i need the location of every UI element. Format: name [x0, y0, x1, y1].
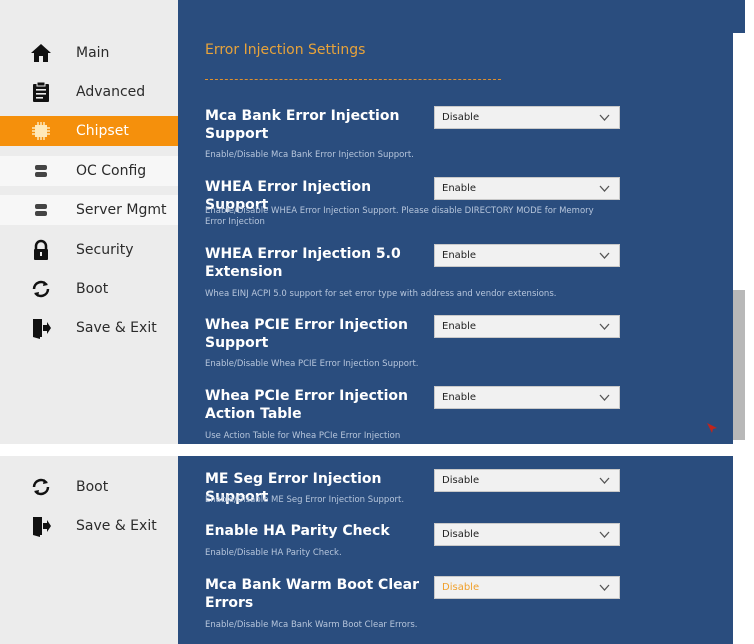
- chevron-down-icon: [599, 531, 610, 538]
- sidebar-item-oc-config[interactable]: OC Config: [0, 156, 178, 186]
- dropdown-value: Disable: [442, 112, 480, 123]
- dropdown-whea-pcie-error-injection[interactable]: Enable: [434, 315, 620, 338]
- dropdown-whea-5-extension[interactable]: Enable: [434, 244, 620, 267]
- section-divider: [205, 79, 501, 80]
- section-title: Error Injection Settings: [205, 42, 366, 58]
- setting-label-whea-pcie-error-injection: Whea PCIE Error Injection Support: [205, 317, 409, 351]
- setting-help: Whea EINJ ACPI 5.0 support for set error…: [205, 289, 557, 299]
- sidebar-item-label: Boot: [76, 281, 109, 297]
- server-icon: [30, 160, 52, 182]
- sidebar-item-label: Save & Exit: [76, 518, 157, 534]
- chevron-down-icon: [599, 185, 610, 192]
- home-icon: [30, 42, 52, 64]
- setting-help: Enable/Disable ME Seg Error Injection Su…: [205, 495, 405, 505]
- dropdown-value: Disable: [442, 529, 480, 540]
- dropdown-mca-bank-warm-boot-clear[interactable]: Disable: [434, 576, 620, 599]
- sidebar-item-label: Chipset: [76, 123, 129, 139]
- dropdown-whea-pcie-action-table[interactable]: Enable: [434, 386, 620, 409]
- setting-help: Enable/Disable Mca Bank Warm Boot Clear …: [205, 620, 418, 630]
- window-edge: [745, 456, 754, 644]
- sidebar-item-label: Advanced: [76, 84, 146, 100]
- scrollbar-thumb[interactable]: [733, 290, 745, 440]
- setting-label-whea-pcie-action-table: Whea PCIe Error Injection Action Table: [205, 388, 408, 422]
- scrollbar-track[interactable]: [733, 456, 745, 644]
- chip-icon: [30, 120, 52, 142]
- sidebar-item-label: Save & Exit: [76, 320, 157, 336]
- chevron-down-icon: [599, 584, 610, 591]
- sidebar-item-save-exit[interactable]: Save & Exit: [0, 511, 178, 541]
- sidebar-item-main[interactable]: Main: [0, 38, 178, 68]
- chevron-down-icon: [599, 252, 610, 259]
- dropdown-me-seg-error-injection[interactable]: Disable: [434, 469, 620, 492]
- sidebar-item-label: Boot: [76, 479, 109, 495]
- setting-label-ha-parity-check: Enable HA Parity Check: [205, 523, 390, 539]
- dropdown-ha-parity-check[interactable]: Disable: [434, 523, 620, 546]
- screenshot-separator: [0, 444, 754, 456]
- sidebar-item-advanced[interactable]: Advanced: [0, 77, 178, 107]
- dropdown-value: Enable: [442, 392, 477, 403]
- bios-screen-top: Main Advanced Chipset OC Config Server M…: [0, 0, 754, 444]
- setting-label-mca-bank-warm-boot-clear: Mca Bank Warm Boot Clear Errors: [205, 577, 419, 611]
- sidebar-item-label: Main: [76, 45, 110, 61]
- setting-help: Enable/Disable Whea PCIE Error Injection…: [205, 359, 419, 369]
- sidebar-item-boot[interactable]: Boot: [0, 472, 178, 502]
- dropdown-value: Enable: [442, 321, 477, 332]
- server-icon: [30, 199, 52, 221]
- chevron-down-icon: [599, 323, 610, 330]
- lock-icon: [30, 239, 52, 261]
- mouse-cursor-icon: [707, 423, 717, 433]
- setting-label-mca-bank-error-injection: Mca Bank Error Injection Support: [205, 108, 400, 142]
- dropdown-value: Disable: [442, 475, 480, 486]
- bios-screen-bottom: Boot Save & Exit ME Seg Error Injection …: [0, 456, 754, 644]
- window-edge: [745, 0, 754, 444]
- chevron-down-icon: [599, 114, 610, 121]
- sidebar-item-chipset[interactable]: Chipset: [0, 116, 178, 146]
- dropdown-value: Enable: [442, 250, 477, 261]
- dropdown-whea-error-injection[interactable]: Enable: [434, 177, 620, 200]
- setting-help: Enable/Disable Mca Bank Error Injection …: [205, 150, 414, 160]
- sidebar-item-label: Security: [76, 242, 134, 258]
- dropdown-value: Enable: [442, 183, 477, 194]
- sidebar-item-boot[interactable]: Boot: [0, 274, 178, 304]
- sidebar-item-label: OC Config: [76, 163, 147, 179]
- dropdown-value: Disable: [442, 582, 480, 593]
- sidebar: Boot Save & Exit: [0, 456, 178, 644]
- setting-help: Enable/Disable WHEA Error Injection Supp…: [205, 206, 594, 227]
- setting-label-whea-5-extension: WHEA Error Injection 5.0 Extension: [205, 246, 401, 280]
- dropdown-mca-bank-error-injection[interactable]: Disable: [434, 106, 620, 129]
- chevron-down-icon: [599, 394, 610, 401]
- setting-help: Enable/Disable HA Parity Check.: [205, 548, 342, 558]
- chevron-down-icon: [599, 477, 610, 484]
- sidebar: Main Advanced Chipset OC Config Server M…: [0, 0, 178, 444]
- setting-help: Use Action Table for Whea PCIe Error Inj…: [205, 431, 401, 441]
- exit-door-icon: [30, 515, 52, 537]
- clipboard-icon: [30, 81, 52, 103]
- refresh-icon: [30, 278, 52, 300]
- sidebar-item-save-exit[interactable]: Save & Exit: [0, 313, 178, 343]
- refresh-icon: [30, 476, 52, 498]
- sidebar-item-server-mgmt[interactable]: Server Mgmt: [0, 195, 178, 225]
- exit-door-icon: [30, 317, 52, 339]
- sidebar-item-security[interactable]: Security: [0, 235, 178, 265]
- sidebar-item-label: Server Mgmt: [76, 202, 167, 218]
